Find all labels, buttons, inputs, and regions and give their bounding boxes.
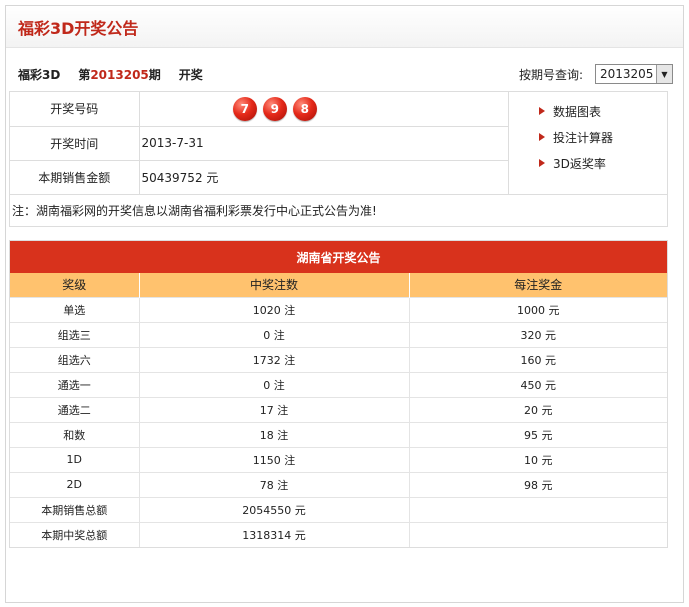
issue-select[interactable]: 2013205 ▼ bbox=[595, 64, 673, 84]
issue-row: 福彩3D 第2013205期 开奖 按期号查询: 2013205 ▼ bbox=[18, 62, 673, 86]
ball-3: 8 bbox=[292, 96, 317, 121]
link-data-chart[interactable]: 数据图表 bbox=[539, 98, 667, 124]
table-row: 1D 1150 注 10 元 bbox=[10, 446, 667, 472]
page-title: 福彩3D开奖公告 bbox=[18, 18, 139, 38]
table-row: 通选二 17 注 20 元 bbox=[10, 396, 667, 422]
draw-info-table: 开奖号码 7 9 8 开奖时间 2013-7-31 本期销售金额 5043975… bbox=[10, 92, 508, 194]
link-bet-calculator[interactable]: 投注计算器 bbox=[539, 124, 667, 150]
triangle-right-icon bbox=[539, 133, 545, 141]
issue-info: 福彩3D 第2013205期 开奖 bbox=[18, 66, 203, 83]
sales-label: 本期销售金额 bbox=[10, 160, 140, 194]
issue-select-value: 2013205 bbox=[600, 67, 654, 81]
triangle-right-icon bbox=[539, 159, 545, 167]
header-prize: 每注奖金 bbox=[409, 273, 667, 297]
header-level: 奖级 bbox=[10, 273, 140, 297]
page-header: 福彩3D开奖公告 bbox=[6, 6, 683, 48]
header-count: 中奖注数 bbox=[139, 273, 410, 297]
table-row: 组选三 0 注 320 元 bbox=[10, 321, 667, 347]
issue-number: 第2013205期 bbox=[78, 67, 161, 82]
draw-label: 开奖 bbox=[178, 67, 203, 82]
numbers-value: 7 9 8 bbox=[139, 92, 509, 127]
time-value: 2013-7-31 bbox=[139, 126, 508, 161]
game-name: 福彩3D bbox=[18, 67, 61, 82]
result-title: 湖南省开奖公告 bbox=[10, 241, 667, 273]
table-row: 2D 78 注 98 元 bbox=[10, 471, 667, 497]
number-balls: 7 9 8 bbox=[142, 96, 509, 121]
sales-value: 50439752 元 bbox=[141, 170, 219, 185]
table-row: 本期中奖总额 1318314 元 bbox=[10, 521, 667, 547]
table-row: 通选一 0 注 450 元 bbox=[10, 371, 667, 397]
chevron-down-icon[interactable]: ▼ bbox=[656, 65, 672, 83]
result-panel: 湖南省开奖公告 奖级 中奖注数 每注奖金 单选 1020 注 1000 元 组选三 0… bbox=[9, 240, 668, 548]
table-row: 和数 18 注 95 元 bbox=[10, 421, 667, 447]
table-row: 单选 1020 注 1000 元 bbox=[10, 296, 667, 322]
table-row: 组选六 1732 注 160 元 bbox=[10, 346, 667, 372]
issue-query: 按期号查询: 2013205 ▼ bbox=[519, 64, 673, 84]
ball-2: 9 bbox=[262, 96, 287, 121]
ball-1: 7 bbox=[232, 96, 257, 121]
query-label: 按期号查询: bbox=[518, 67, 583, 82]
link-return-rate[interactable]: 3D返奖率 bbox=[539, 150, 667, 176]
prize-table-header: 奖级 中奖注数 每注奖金 bbox=[10, 273, 667, 297]
disclaimer-note: 注：湖南福彩网的开奖信息以湖南省福利彩票发行中心正式公告为准! bbox=[9, 195, 668, 227]
side-links: 数据图表 投注计算器 3D返奖率 bbox=[508, 92, 667, 194]
numbers-label: 开奖号码 bbox=[10, 92, 140, 127]
table-row: 本期销售总额 2054550 元 bbox=[10, 496, 667, 522]
prize-table: 奖级 中奖注数 每注奖金 单选 1020 注 1000 元 组选三 0 注 320 元 … bbox=[10, 273, 667, 547]
draw-info-panel: 开奖号码 7 9 8 开奖时间 2013-7-31 本期销售金额 5043975… bbox=[9, 91, 668, 195]
triangle-right-icon bbox=[539, 107, 545, 115]
time-label: 开奖时间 bbox=[10, 126, 140, 161]
